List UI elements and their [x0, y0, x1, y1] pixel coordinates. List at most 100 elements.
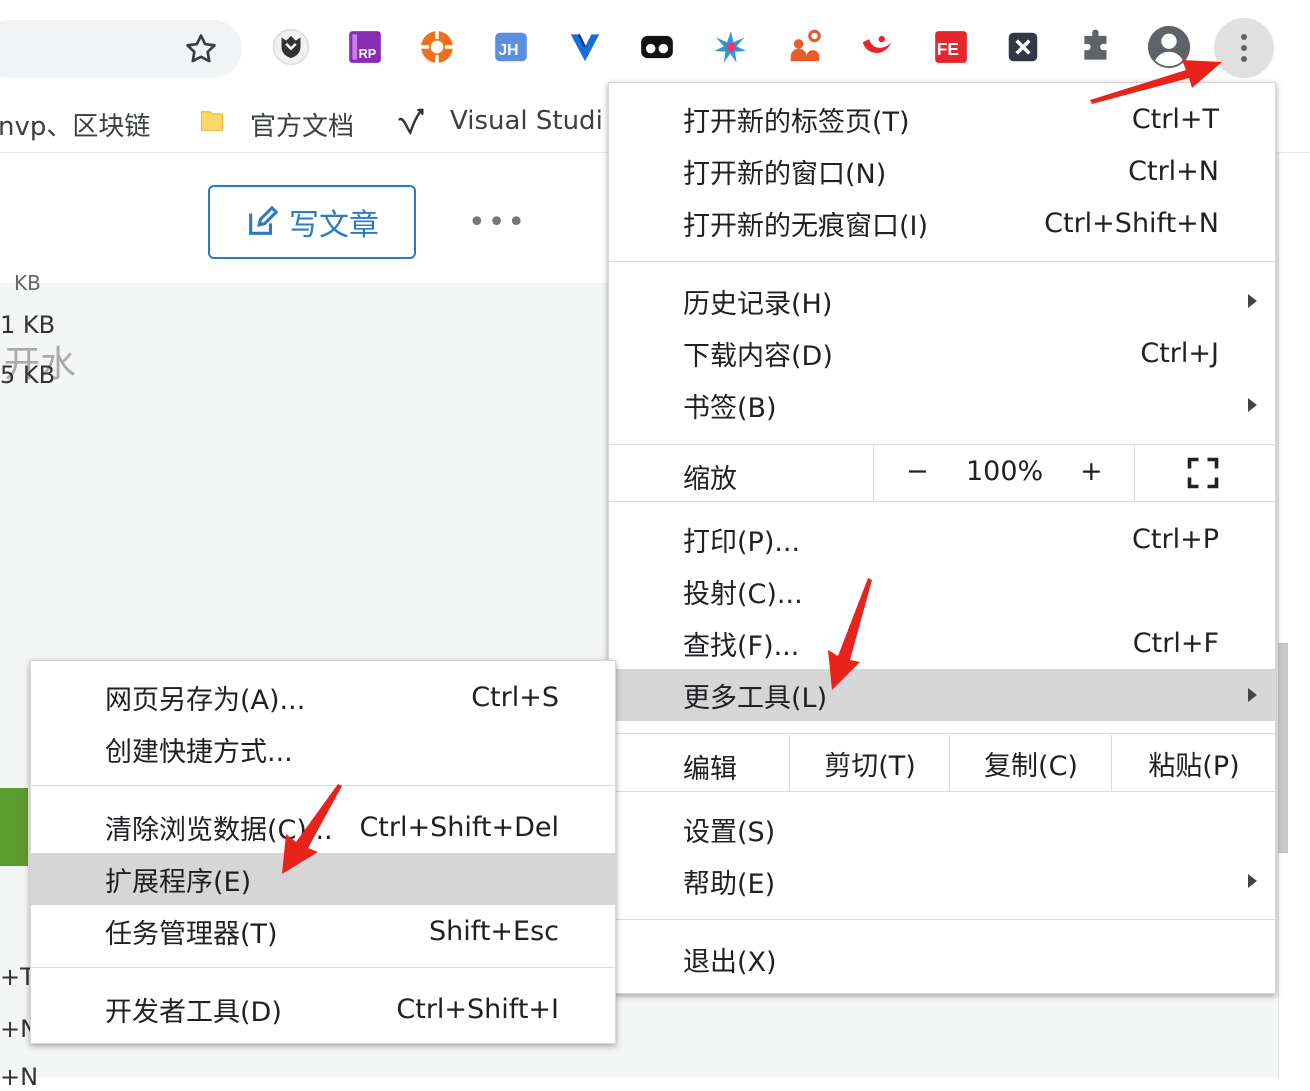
fullscreen-icon[interactable]: [1185, 455, 1221, 491]
file-size-label: KB: [14, 271, 41, 295]
menu-item-label: 帮助(E): [683, 868, 776, 900]
menu-item-label: 书签(B): [683, 392, 777, 424]
menu-shortcut: Ctrl+Shift+I: [396, 993, 559, 1025]
menu-shortcut: Ctrl+Shift+Del: [359, 811, 559, 843]
write-article-button[interactable]: 写文章: [208, 185, 416, 259]
fe-extension-icon[interactable]: FE: [930, 26, 972, 68]
menu-item-label: 打开新的无痕窗口(I): [683, 210, 929, 242]
edit-icon: [249, 205, 279, 235]
menu-separator: [609, 791, 1275, 792]
swirl-extension-icon[interactable]: [856, 26, 898, 68]
menu-zoom-row: 缩放 − 100% +: [609, 445, 1275, 501]
paste-label: 粘贴(P): [1148, 750, 1240, 782]
menu-item-find[interactable]: 查找(F)... Ctrl+F: [609, 617, 1275, 669]
x-extension-icon[interactable]: [1002, 26, 1044, 68]
menu-item-label: 打开新的标签页(T): [683, 106, 910, 138]
menu-shortcut: Ctrl+S: [471, 681, 559, 713]
menu-item-label: 查找(F)...: [683, 630, 800, 662]
copy-label: 复制(C): [984, 750, 1078, 782]
bookmark-star-icon[interactable]: [182, 30, 220, 68]
more-options-icon[interactable]: •••: [468, 205, 527, 240]
menu-shortcut: Ctrl+J: [1140, 337, 1219, 369]
menu-item-create-shortcut[interactable]: 创建快捷方式...: [31, 723, 615, 775]
submenu-arrow-icon: [1248, 688, 1257, 702]
visual-studio-icon: [398, 108, 424, 135]
menu-separator: [609, 919, 1275, 920]
menu-item-settings[interactable]: 设置(S): [609, 803, 1275, 855]
menu-item-new-window[interactable]: 打开新的窗口(N) Ctrl+N: [609, 145, 1275, 197]
menu-shortcut: Ctrl+P: [1132, 523, 1219, 555]
edit-label: 编辑: [683, 754, 737, 785]
copy-button[interactable]: 复制(C): [949, 735, 1112, 791]
cut-button[interactable]: 剪切(T): [789, 735, 950, 791]
menu-item-label: 历史记录(H): [683, 288, 833, 320]
file-size-label: 5 KB: [0, 361, 56, 389]
scrollbar-thumb[interactable]: [1278, 643, 1288, 853]
cut-label: 剪切(T): [824, 750, 916, 782]
menu-item-print[interactable]: 打印(P)... Ctrl+P: [609, 513, 1275, 565]
menu-shortcut: Ctrl+T: [1131, 103, 1219, 135]
menu-item-bookmarks[interactable]: 书签(B): [609, 379, 1275, 431]
menu-separator: [609, 501, 1275, 502]
svg-text:JH: JH: [498, 42, 518, 59]
menu-edit-row: 编辑 剪切(T) 复制(C) 粘贴(P): [609, 735, 1275, 791]
menu-item-cast[interactable]: 投射(C)...: [609, 565, 1275, 617]
svg-text:RP: RP: [359, 47, 377, 61]
menu-item-downloads[interactable]: 下载内容(D) Ctrl+J: [609, 327, 1275, 379]
network-extension-icon[interactable]: [784, 26, 826, 68]
axure-rp-icon[interactable]: RP: [344, 26, 386, 68]
menu-item-exit[interactable]: 退出(X): [609, 933, 1275, 985]
folder-icon: [200, 111, 224, 131]
menu-item-task-manager[interactable]: 任务管理器(T) Shift+Esc: [31, 905, 615, 957]
zoom-level: 100%: [966, 456, 1044, 487]
annotation-arrow-icon: [1090, 60, 1222, 104]
menu-item-label: 扩展程序(E): [105, 866, 252, 898]
menu-separator: [31, 967, 615, 968]
v-extension-icon[interactable]: [564, 26, 606, 68]
menu-shortcut: Shift+Esc: [429, 915, 559, 947]
menu-item-label: 投射(C)...: [683, 578, 803, 610]
glasses-extension-icon[interactable]: [636, 26, 678, 68]
menu-item-label: 网页另存为(A)...: [105, 684, 306, 716]
zoom-in-button[interactable]: +: [1080, 456, 1103, 487]
zoom-out-button[interactable]: −: [906, 456, 929, 487]
menu-item-new-incognito[interactable]: 打开新的无痕窗口(I) Ctrl+Shift+N: [609, 197, 1275, 249]
menu-item-label: 任务管理器(T): [105, 918, 278, 950]
menu-item-label: 更多工具(L): [683, 682, 828, 714]
menu-shortcut: Ctrl+Shift+N: [1044, 207, 1219, 239]
svg-text:FE: FE: [937, 39, 959, 59]
annotation-arrow-icon: [828, 578, 872, 690]
menu-item-dev-tools[interactable]: 开发者工具(D) Ctrl+Shift+I: [31, 983, 615, 1035]
submenu-arrow-icon: [1248, 294, 1257, 308]
page-header: 写文章 •••: [0, 153, 610, 283]
right-edge-panel: [1278, 153, 1310, 1078]
menu-item-more-tools[interactable]: 更多工具(L): [609, 669, 1275, 721]
menu-item-save-page[interactable]: 网页另存为(A)... Ctrl+S: [31, 671, 615, 723]
submenu-arrow-icon: [1248, 398, 1257, 412]
annotation-arrow-icon: [282, 784, 342, 874]
menu-item-history[interactable]: 历史记录(H): [609, 275, 1275, 327]
menu-separator: [609, 261, 1275, 262]
bookmark-item[interactable]: nvp、区块链: [0, 106, 150, 143]
bookmark-item[interactable]: 官方文档: [250, 106, 354, 143]
menu-item-label: 打印(P)...: [683, 526, 801, 558]
bookmark-item[interactable]: Visual Studi: [450, 106, 603, 136]
menu-separator: [609, 733, 1275, 734]
menu-item-label: 设置(S): [683, 816, 776, 848]
zoom-controls: − 100% +: [873, 445, 1135, 501]
menu-shortcut: Ctrl+F: [1132, 627, 1219, 659]
menu-item-label: 下载内容(D): [683, 340, 833, 372]
menu-item-label: 创建快捷方式...: [105, 736, 293, 768]
submenu-arrow-icon: [1248, 874, 1257, 888]
menu-item-label: 开发者工具(D): [105, 996, 282, 1028]
side-shortcut-text: +N: [0, 1063, 39, 1091]
chrome-main-menu: 打开新的标签页(T) Ctrl+T 打开新的窗口(N) Ctrl+N 打开新的无…: [608, 82, 1276, 994]
shield-extension-icon[interactable]: [270, 26, 312, 68]
write-article-label: 写文章: [289, 208, 379, 243]
jh-extension-icon[interactable]: JH: [490, 26, 532, 68]
star-burst-extension-icon[interactable]: [710, 26, 752, 68]
menu-shortcut: Ctrl+N: [1128, 155, 1219, 187]
lifebuoy-extension-icon[interactable]: [416, 26, 458, 68]
menu-item-help[interactable]: 帮助(E): [609, 855, 1275, 907]
paste-button[interactable]: 粘贴(P): [1111, 735, 1276, 791]
